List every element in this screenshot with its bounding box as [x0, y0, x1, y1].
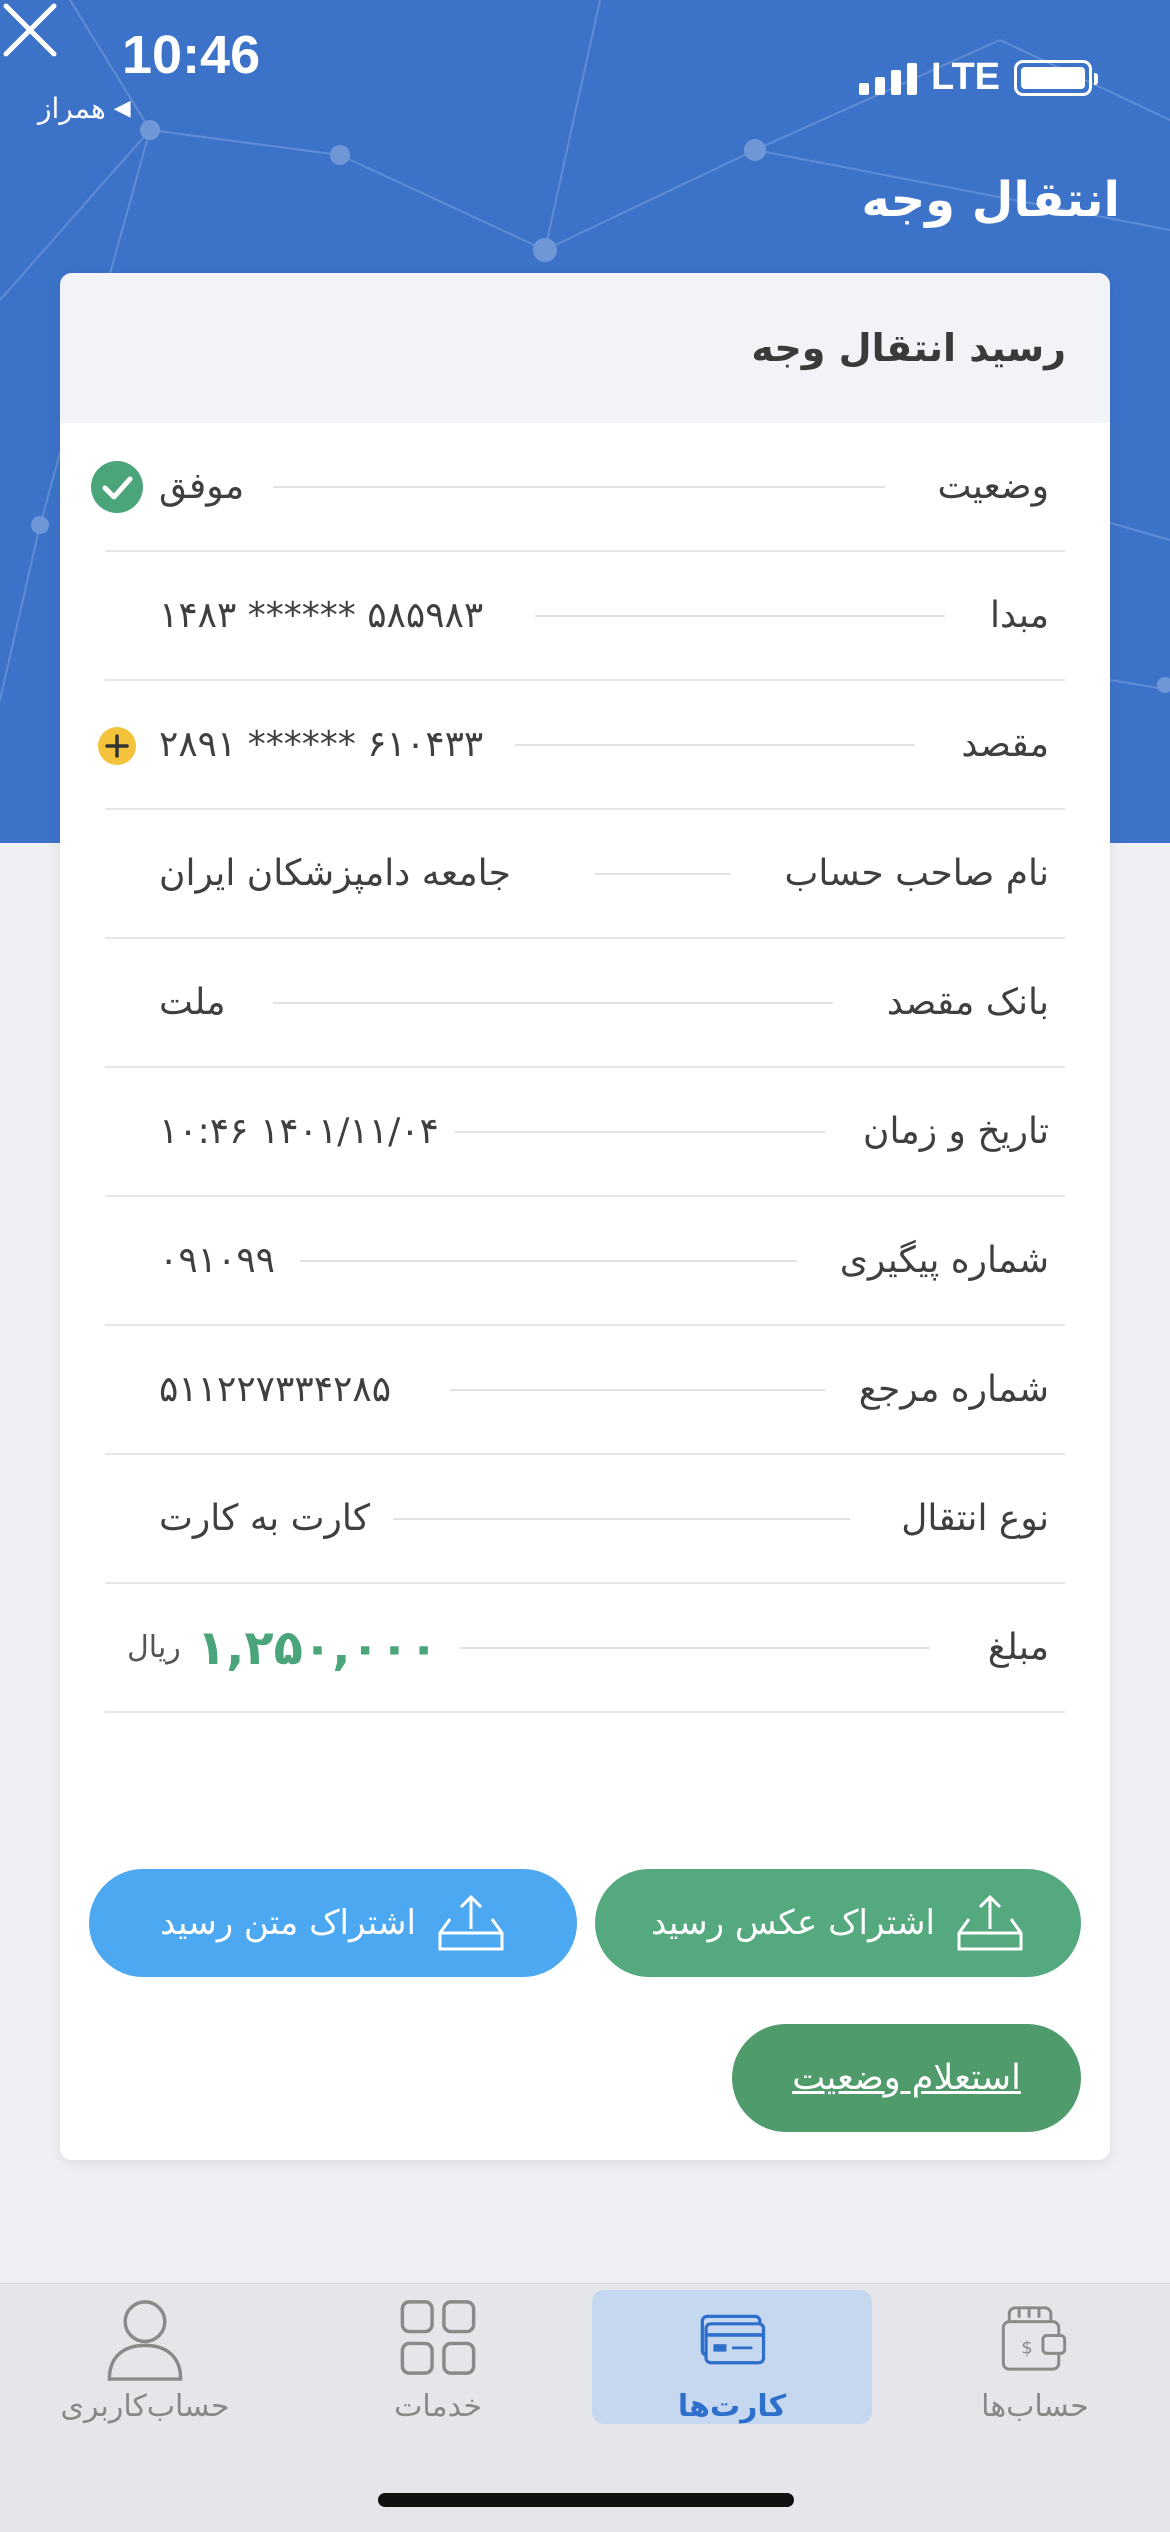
row-label: نام صاحب حساب	[784, 853, 1049, 894]
tab-profile[interactable]: حساب‌کاربری	[4, 2284, 286, 2424]
back-triangle-icon: ◀	[113, 96, 131, 121]
row-label: مقصد	[961, 724, 1049, 765]
network-type: LTE	[931, 56, 1000, 98]
share-text-button[interactable]: اشتراک متن رسید	[89, 1869, 577, 1977]
row-value: ۵۸۵۹۸۳ ****** ۱۴۸۳	[159, 595, 484, 636]
row-label: بانک مقصد	[886, 982, 1049, 1023]
wallet-icon: $	[1001, 2306, 1067, 2371]
share-text-label: اشتراک متن رسید	[160, 1903, 416, 1943]
receipt-card: رسید انتقال وجه وضعیت موفق مبدا ۵۸۵۹۸۳ *…	[60, 273, 1110, 2160]
page-title: انتقال وجه	[861, 172, 1120, 228]
receipt-title: رسید انتقال وجه	[751, 326, 1066, 370]
amount-value: ۱,۲۵۰,۰۰۰ ریال	[127, 1584, 438, 1711]
row-reference-number: شماره مرجع ۵۱۱۲۲۷۳۳۴۲۸۵	[105, 1326, 1065, 1455]
status-indicators: LTE	[859, 56, 1098, 99]
row-destination: مقصد ۶۱۰۴۳۳ ****** ۲۸۹۱	[98, 681, 1065, 810]
row-value: ۵۱۱۲۲۷۳۳۴۲۸۵	[159, 1369, 392, 1410]
row-account-holder: نام صاحب حساب جامعه دامپزشکان ایران	[105, 810, 1065, 939]
share-tray-icon	[438, 1894, 504, 1951]
row-divider	[515, 744, 915, 746]
status-time: 10:46	[122, 25, 261, 85]
close-icon[interactable]	[0, 0, 60, 60]
row-transfer-type: نوع انتقال کارت به کارت	[105, 1455, 1065, 1584]
row-label: وضعیت	[937, 466, 1049, 507]
share-image-label: اشتراک عکس رسید	[651, 1903, 935, 1943]
signal-icon	[859, 61, 918, 95]
receipt-rows: وضعیت موفق مبدا ۵۸۵۹۸۳ ****** ۱۴۸۳ مقصد …	[91, 423, 1065, 1713]
row-value: کارت به کارت	[159, 1498, 370, 1539]
row-divider	[300, 1260, 797, 1262]
row-value: ۱۴۰۱/۱۱/۰۴ ۱۰:۴۶	[159, 1111, 439, 1152]
row-destination-bank: بانک مقصد ملت	[105, 939, 1065, 1068]
row-value: ۰۹۱۰۹۹	[159, 1240, 276, 1281]
tab-label: کارت‌ها	[677, 2389, 787, 2424]
tab-label: حساب‌ها	[981, 2389, 1089, 2424]
svg-text:$: $	[1021, 2337, 1032, 2358]
receipt-header: رسید انتقال وجه	[60, 273, 1110, 423]
row-source: مبدا ۵۸۵۹۸۳ ****** ۱۴۸۳	[105, 552, 1065, 681]
row-divider	[460, 1647, 930, 1649]
amount-number: ۱,۲۵۰,۰۰۰	[196, 1619, 439, 1676]
row-datetime: تاریخ و زمان ۱۴۰۱/۱۱/۰۴ ۱۰:۴۶	[105, 1068, 1065, 1197]
row-divider	[393, 1518, 850, 1520]
row-status: وضعیت موفق	[91, 423, 1065, 552]
tab-accounts[interactable]: $ حساب‌ها	[894, 2284, 1170, 2424]
row-label: شماره مرجع	[858, 1369, 1049, 1410]
grid-icon	[400, 2300, 476, 2375]
check-circle-icon	[91, 461, 143, 513]
row-divider	[595, 873, 730, 875]
row-label: نوع انتقال	[901, 1498, 1049, 1539]
battery-icon	[1014, 59, 1098, 96]
row-value: جامعه دامپزشکان ایران	[159, 853, 511, 894]
user-icon	[107, 2300, 183, 2381]
row-label: شماره پیگیری	[839, 1240, 1049, 1281]
row-value: ملت	[159, 982, 226, 1023]
row-divider	[455, 1131, 825, 1133]
row-divider	[273, 486, 885, 488]
amount-unit: ریال	[127, 1630, 181, 1665]
row-divider	[450, 1389, 825, 1391]
carrier-name: همراز	[38, 92, 106, 125]
status-inquiry-button[interactable]: استعلام وضعیت	[732, 2024, 1081, 2132]
status-inquiry-label: استعلام وضعیت	[792, 2058, 1021, 2098]
row-value: موفق	[159, 466, 245, 507]
share-tray-icon	[957, 1894, 1023, 1951]
tab-label: خدمات	[394, 2389, 482, 2424]
row-divider	[535, 615, 945, 617]
row-divider	[273, 1002, 833, 1004]
tab-cards[interactable]: کارت‌ها	[592, 2290, 872, 2424]
row-label: تاریخ و زمان	[863, 1111, 1049, 1152]
tab-label: حساب‌کاربری	[60, 2389, 230, 2424]
home-indicator[interactable]	[378, 2493, 794, 2507]
row-tracking-number: شماره پیگیری ۰۹۱۰۹۹	[105, 1197, 1065, 1326]
credit-card-icon	[700, 2314, 766, 2365]
row-value: ۶۱۰۴۳۳ ****** ۲۸۹۱	[159, 724, 484, 765]
plus-circle-icon[interactable]	[97, 726, 137, 766]
carrier-back-link[interactable]: ◀ همراز	[38, 92, 131, 125]
row-label: مبدا	[989, 595, 1049, 636]
share-image-button[interactable]: اشتراک عکس رسید	[595, 1869, 1081, 1977]
row-amount: مبلغ ۱,۲۵۰,۰۰۰ ریال	[105, 1584, 1065, 1713]
row-label: مبلغ	[987, 1627, 1049, 1668]
tab-services[interactable]: خدمات	[297, 2284, 579, 2424]
